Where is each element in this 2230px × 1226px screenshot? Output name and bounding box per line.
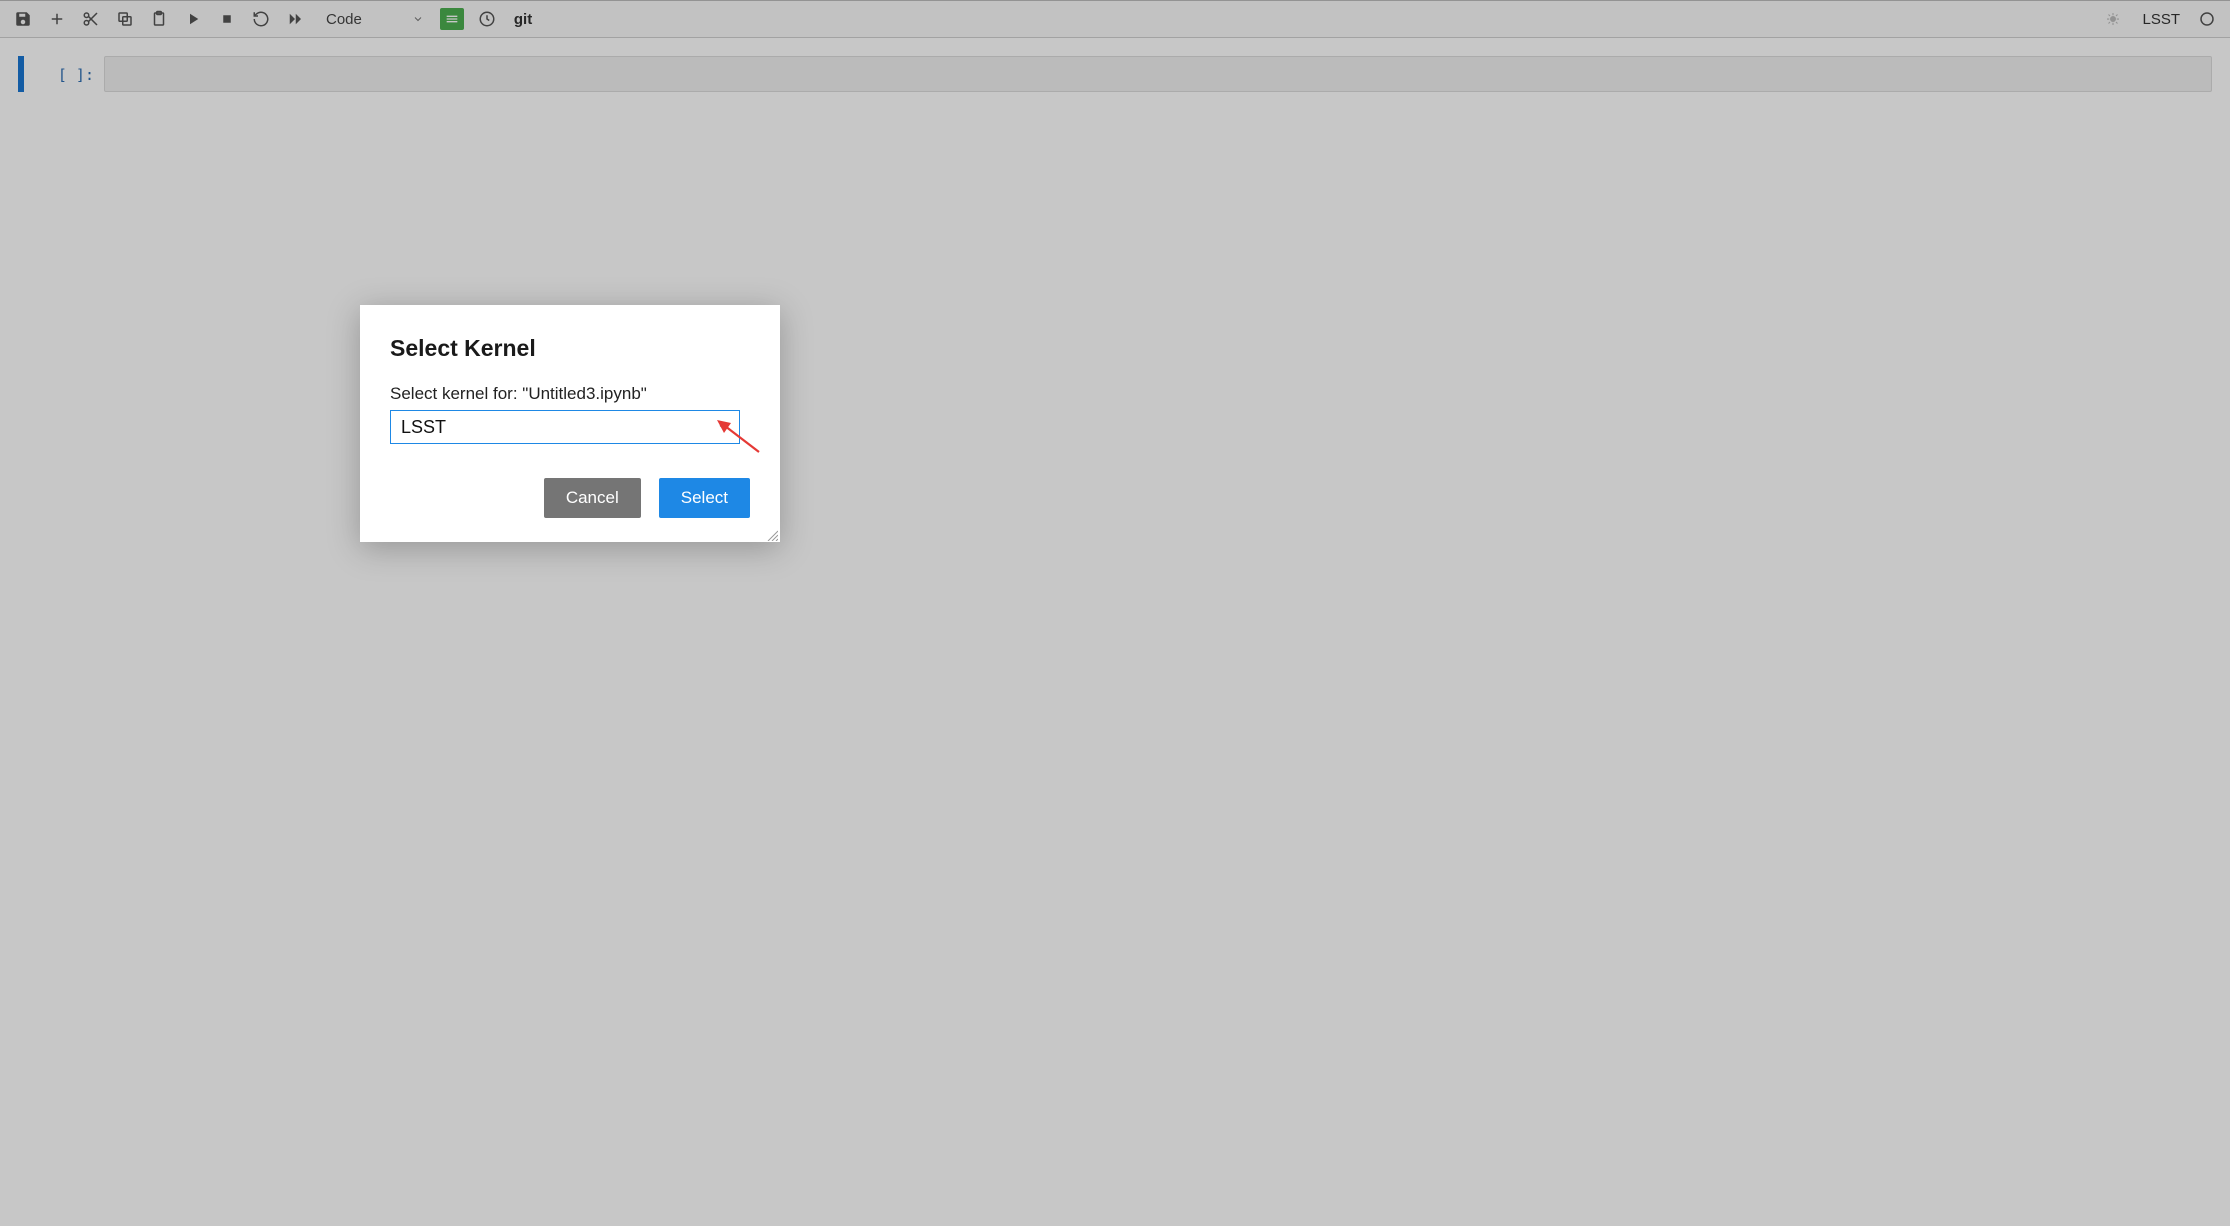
select-button[interactable]: Select <box>659 478 750 518</box>
dialog-subtitle: Select kernel for: "Untitled3.ipynb" <box>390 384 750 404</box>
modal-overlay: Select Kernel Select kernel for: "Untitl… <box>0 0 2230 1226</box>
resize-grip-icon[interactable] <box>766 528 778 540</box>
app-root: Code git LSST [ ]: S <box>0 0 2230 1226</box>
cancel-button[interactable]: Cancel <box>544 478 641 518</box>
kernel-select-value: LSST <box>401 417 446 438</box>
chevron-down-icon <box>717 421 729 433</box>
dialog-title: Select Kernel <box>390 335 750 362</box>
kernel-select[interactable]: LSST <box>390 410 740 444</box>
select-kernel-dialog: Select Kernel Select kernel for: "Untitl… <box>360 305 780 542</box>
dialog-buttons: Cancel Select <box>390 478 750 518</box>
